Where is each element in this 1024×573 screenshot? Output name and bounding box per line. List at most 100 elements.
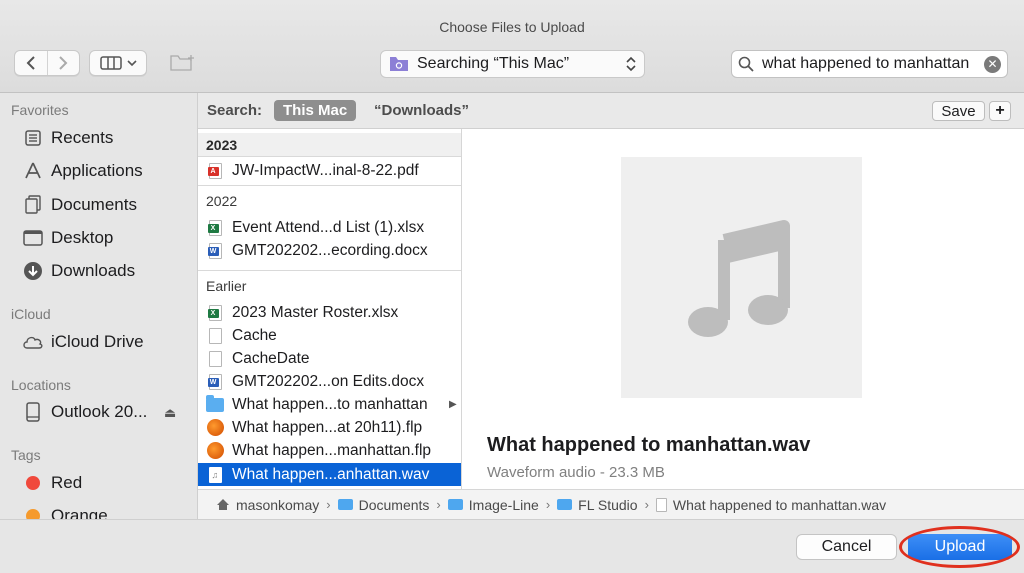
sidebar-item-tag-red[interactable]: Red xyxy=(22,471,82,495)
sidebar-item-applications[interactable]: Applications xyxy=(22,159,143,183)
orange-tag-icon xyxy=(26,509,40,519)
search-input[interactable] xyxy=(760,54,984,74)
chevron-right-icon: › xyxy=(436,497,441,512)
scope-downloads[interactable]: “Downloads” xyxy=(374,102,469,119)
crumb-image-line[interactable]: Image-Line xyxy=(447,496,539,513)
sidebar: Favorites Recents Applications Documents… xyxy=(0,93,198,519)
list-item[interactable]: What happen...at 20h11).flp xyxy=(198,416,461,439)
sidebar-item-label: Desktop xyxy=(51,228,114,247)
list-item-selected[interactable]: ♫ What happen...anhattan.wav xyxy=(198,463,461,486)
clear-icon[interactable]: ✕ xyxy=(984,55,1001,73)
file-name: JW-ImpactW...inal-8-22.pdf xyxy=(232,161,419,179)
word-file-icon: W xyxy=(206,242,224,260)
sidebar-item-label: Documents xyxy=(51,195,137,214)
desktop-icon xyxy=(22,227,44,249)
crumb-label: Image-Line xyxy=(468,496,539,513)
list-item[interactable]: Cache xyxy=(198,324,461,347)
search-folder-icon xyxy=(390,57,408,71)
crumb-label: Documents xyxy=(358,496,430,513)
crumb-home[interactable]: masonkomay xyxy=(216,497,319,513)
location-selector[interactable]: Searching “This Mac” xyxy=(380,50,645,78)
excel-file-icon: X xyxy=(206,304,224,322)
crumb-file[interactable]: What happened to manhattan.wav xyxy=(655,496,887,513)
back-button[interactable] xyxy=(15,51,47,75)
preview-file-name: What happened to manhattan.wav xyxy=(487,434,811,456)
window-title: Choose Files to Upload xyxy=(439,19,585,35)
sidebar-item-icloud-drive[interactable]: iCloud Drive xyxy=(22,330,144,354)
crumb-label: masonkomay xyxy=(236,496,320,513)
file-name: What happen...manhattan.flp xyxy=(232,441,432,459)
crumb-documents[interactable]: Documents xyxy=(337,496,430,513)
folder-icon xyxy=(447,499,463,510)
applications-icon xyxy=(22,160,44,182)
upload-button[interactable]: Upload xyxy=(908,534,1012,560)
music-note-icon xyxy=(687,219,790,337)
chevron-right-icon: › xyxy=(326,497,331,512)
folder-icon xyxy=(206,394,224,414)
sidebar-item-downloads[interactable]: Downloads xyxy=(22,259,135,283)
dialog-footer: Cancel Upload xyxy=(0,519,1024,573)
cloud-icon xyxy=(22,331,44,353)
audio-file-icon xyxy=(655,497,667,512)
pdf-file-icon: A xyxy=(206,162,224,180)
eject-icon[interactable]: ⏏ xyxy=(164,405,176,421)
folder-icon xyxy=(337,499,353,510)
sidebar-item-documents[interactable]: Documents xyxy=(22,193,137,217)
recents-icon xyxy=(22,127,44,149)
sidebar-item-label: Recents xyxy=(51,128,114,147)
group-header-2023: 2023 xyxy=(198,133,461,157)
audio-file-icon: ♫ xyxy=(206,466,224,484)
crumb-label: What happened to manhattan.wav xyxy=(672,496,887,513)
list-item[interactable]: A JW-ImpactW...inal-8-22.pdf xyxy=(198,159,461,182)
nav-buttons xyxy=(14,50,80,76)
view-options-button[interactable] xyxy=(89,50,147,76)
sidebar-item-outlook[interactable]: Outlook 20... xyxy=(22,400,147,424)
file-name: Event Attend...d List (1).xlsx xyxy=(232,218,425,236)
sidebar-item-desktop[interactable]: Desktop xyxy=(22,226,113,250)
chevron-left-icon xyxy=(26,56,35,70)
list-item[interactable]: W GMT202202...ecording.docx xyxy=(198,239,461,262)
favorites-heading: Favorites xyxy=(11,102,69,118)
sidebar-item-tag-orange[interactable]: Orange xyxy=(22,504,108,519)
list-item[interactable]: CacheDate xyxy=(198,347,461,370)
list-item[interactable]: What happen...manhattan.flp xyxy=(198,439,461,462)
divider xyxy=(198,270,461,271)
list-item[interactable]: W GMT202202...on Edits.docx xyxy=(198,370,461,393)
tag-red-dot xyxy=(22,472,44,494)
chevron-right-icon xyxy=(59,56,68,70)
file-name: What happen...anhattan.wav xyxy=(232,465,430,483)
cancel-button[interactable]: Cancel xyxy=(796,534,897,560)
forward-button[interactable] xyxy=(46,51,80,75)
new-folder-button[interactable] xyxy=(157,50,207,76)
blank-file-icon xyxy=(206,350,224,368)
preview-file-meta: Waveform audio - 23.3 MB xyxy=(487,464,665,481)
list-item[interactable]: What happen...to manhattan ▶ xyxy=(198,393,461,416)
location-label: Searching “This Mac” xyxy=(417,55,570,72)
folder-icon xyxy=(557,499,573,510)
excel-file-icon: X xyxy=(206,219,224,237)
documents-icon xyxy=(22,194,44,216)
blank-file-icon xyxy=(206,327,224,345)
sidebar-item-label: Red xyxy=(51,473,83,492)
icloud-heading: iCloud xyxy=(11,306,51,322)
add-criteria-button[interactable]: + xyxy=(989,101,1011,121)
sidebar-item-label: Orange xyxy=(51,506,108,519)
chevron-down-icon xyxy=(126,60,137,67)
path-bar: masonkomay › Documents › Image-Line › FL… xyxy=(198,489,1024,519)
tags-heading: Tags xyxy=(11,447,41,463)
new-folder-icon xyxy=(170,55,194,71)
list-item[interactable]: X Event Attend...d List (1).xlsx xyxy=(198,216,461,239)
group-header-earlier: Earlier xyxy=(206,278,247,294)
file-list: 2023 A JW-ImpactW...inal-8-22.pdf 2022 X… xyxy=(198,129,462,489)
crumb-fl-studio[interactable]: FL Studio xyxy=(557,496,638,513)
sidebar-item-recents[interactable]: Recents xyxy=(22,126,113,150)
search-field: ✕ xyxy=(731,50,1008,78)
toolbar: Choose Files to Upload Searching “This M… xyxy=(0,0,1024,93)
fl-studio-file-icon xyxy=(206,442,224,460)
word-file-icon: W xyxy=(206,373,224,391)
sidebar-item-label: iCloud Drive xyxy=(51,332,144,351)
save-search-button[interactable]: Save xyxy=(932,101,985,121)
list-item[interactable]: X 2023 Master Roster.xlsx xyxy=(198,301,461,324)
crumb-label: FL Studio xyxy=(578,496,638,513)
scope-this-mac[interactable]: This Mac xyxy=(274,100,357,121)
